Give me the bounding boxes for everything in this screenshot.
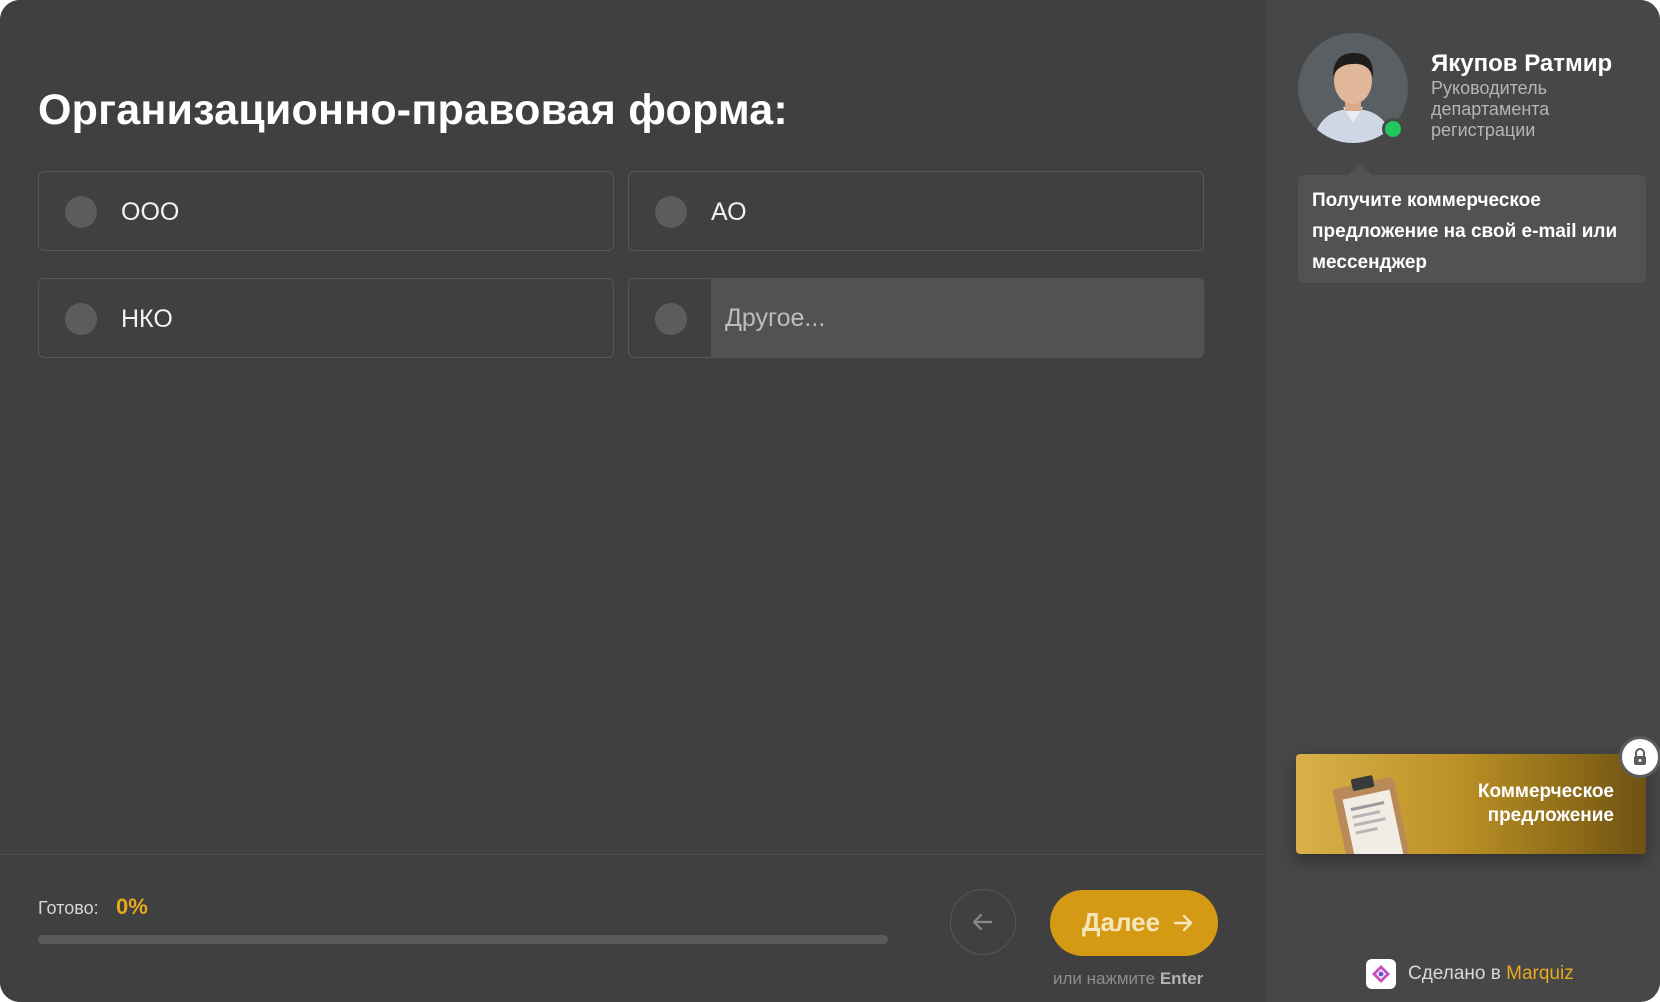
arrow-left-icon — [972, 913, 993, 931]
radio-circle[interactable] — [655, 303, 687, 335]
offer-card-label: Коммерческое предложение — [1478, 780, 1614, 828]
footer-divider — [0, 854, 1266, 855]
made-with-prefix: Сделано в — [1408, 963, 1501, 984]
option-ooo[interactable]: ООО — [38, 171, 614, 251]
radio-circle[interactable] — [655, 196, 687, 228]
arrow-right-icon — [1173, 914, 1193, 932]
speech-bubble-tail — [1348, 163, 1372, 175]
online-status-indicator — [1382, 118, 1404, 140]
question-panel: Организационно-правовая форма: ООО АО НК… — [0, 0, 1266, 1002]
question-title: Организационно-правовая форма: — [38, 86, 788, 134]
progress-value: 0% — [116, 894, 148, 919]
manager-name: Якупов Ратмир — [1431, 50, 1613, 77]
lock-icon — [1634, 748, 1646, 765]
made-with-text: Сделано в Marquiz — [1408, 963, 1574, 985]
enter-hint-text: или нажмите — [1053, 969, 1156, 988]
option-label: АО — [711, 198, 747, 226]
progress-bar — [38, 935, 888, 944]
next-button-label: Далее — [1082, 907, 1161, 937]
marquiz-logo-icon — [1366, 959, 1396, 989]
next-button[interactable]: Далее — [1050, 890, 1218, 956]
lock-badge — [1622, 739, 1658, 775]
option-ao[interactable]: АО — [628, 171, 1204, 251]
offer-card[interactable]: Коммерческое предложение — [1296, 754, 1646, 854]
option-other[interactable] — [628, 278, 1204, 358]
manager-sidebar: Якупов Ратмир Руководитель департамента … — [1266, 0, 1660, 1002]
enter-hint: или нажмите Enter — [1053, 969, 1203, 989]
radio-circle[interactable] — [65, 303, 97, 335]
option-label: ООО — [121, 198, 180, 226]
speech-bubble: Получите коммерческое предложение на сво… — [1298, 175, 1646, 283]
option-label: НКО — [121, 305, 173, 333]
manager-role: Руководитель департамента регистрации — [1431, 78, 1550, 140]
clipboard-document-icon — [1332, 775, 1409, 854]
quiz-window: Организационно-правовая форма: ООО АО НК… — [0, 0, 1660, 1002]
other-text-input[interactable] — [711, 279, 1203, 357]
offer-line-2: предложение — [1487, 805, 1614, 826]
option-nko[interactable]: НКО — [38, 278, 614, 358]
enter-hint-key: Enter — [1159, 969, 1204, 988]
radio-circle[interactable] — [65, 196, 97, 228]
brand-name: Marquiz — [1506, 963, 1574, 984]
progress-label: Готово: — [38, 898, 99, 918]
offer-line-1: Коммерческое — [1477, 781, 1614, 802]
back-button[interactable] — [950, 889, 1016, 955]
